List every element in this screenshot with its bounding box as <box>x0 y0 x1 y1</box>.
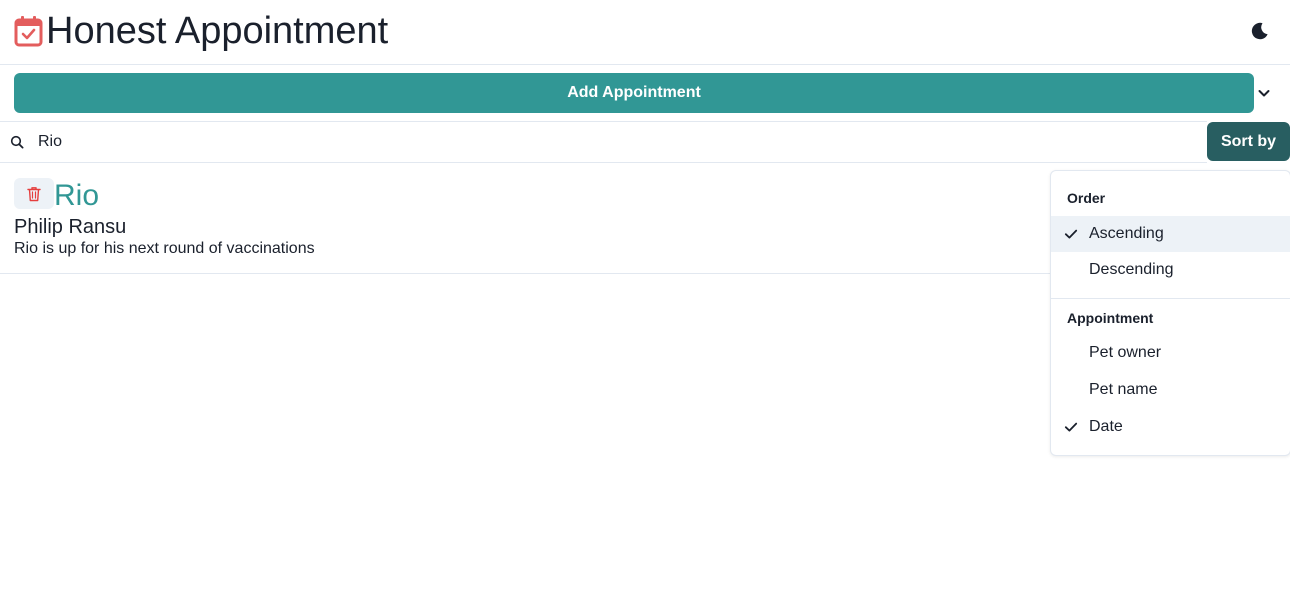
delete-appointment-button[interactable] <box>14 178 54 209</box>
sort-option-descending[interactable]: Descending <box>1051 252 1290 288</box>
appointment-group-title: Appointment <box>1067 310 1154 326</box>
trash-icon <box>27 186 41 201</box>
checkmark-icon <box>1064 229 1078 239</box>
owner-name: Philip Ransu <box>14 216 127 238</box>
sort-option-label: Pet owner <box>1089 344 1162 361</box>
expand-form-button[interactable] <box>1254 83 1274 103</box>
sort-option-pet-name[interactable]: Pet name <box>1051 372 1290 408</box>
menu-divider <box>1051 298 1290 299</box>
add-appointment-button[interactable]: Add Appointment <box>14 73 1254 113</box>
sort-option-label: Ascending <box>1089 225 1164 242</box>
pet-name: Rio <box>54 179 100 212</box>
sort-option-pet-owner[interactable]: Pet owner <box>1051 335 1290 371</box>
appointment-notes: Rio is up for his next round of vaccinat… <box>14 240 315 257</box>
sort-option-date[interactable]: Date <box>1051 409 1290 445</box>
checkmark-icon <box>1064 422 1078 432</box>
moon-icon <box>1251 22 1268 40</box>
app-header: Honest Appointment <box>0 0 1290 65</box>
calendar-check-icon <box>14 16 43 47</box>
app-title: Honest Appointment <box>46 10 389 52</box>
sort-option-label: Descending <box>1089 261 1174 278</box>
sort-option-ascending[interactable]: Ascending <box>1051 216 1290 252</box>
sort-menu: Order Ascending Descending Appointment P… <box>1050 170 1290 456</box>
search-input[interactable] <box>38 122 1198 162</box>
order-group-title: Order <box>1067 190 1106 206</box>
theme-toggle-button[interactable] <box>1244 16 1274 46</box>
sort-by-button[interactable]: Sort by <box>1207 122 1290 161</box>
sort-option-label: Date <box>1089 418 1123 435</box>
search-bar <box>0 121 1207 163</box>
sort-option-label: Pet name <box>1089 381 1158 398</box>
chevron-down-icon <box>1258 90 1270 97</box>
search-icon <box>10 135 24 149</box>
